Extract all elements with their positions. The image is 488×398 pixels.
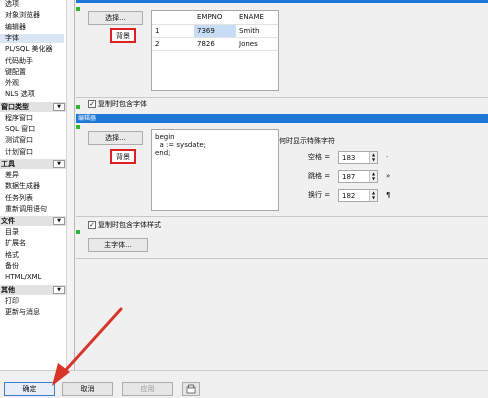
newline-label: 换行 = [308, 191, 331, 199]
code-line: begin [155, 133, 175, 141]
tab-char-glyph: » [386, 172, 391, 180]
collapse-arrow-icon[interactable]: ▼ [53, 217, 65, 226]
grid-header-cell: ENAME [236, 11, 278, 25]
section-marker [76, 7, 80, 11]
sidebar-item[interactable]: 程序窗口 [5, 114, 33, 123]
sidebar-item[interactable]: 差异 [5, 171, 19, 180]
stepper-arrows-icon[interactable]: ▲ ▼ [369, 152, 377, 163]
collapse-arrow-icon[interactable]: ▼ [53, 285, 65, 294]
help-icon-glyph [186, 384, 196, 394]
editor-copy-style-checkbox[interactable]: ✓ [88, 221, 96, 229]
sidebar-item[interactable]: HTML/XML [5, 273, 42, 282]
space-char-glyph: · [386, 153, 389, 161]
tab-label: 跳格 = [308, 172, 331, 180]
sidebar-item[interactable]: 测试窗口 [5, 136, 33, 145]
grid-header-cell: EMPNO [194, 11, 236, 25]
tab-char-value: 187 [342, 173, 356, 181]
grid-cell: 2 [152, 37, 194, 51]
sidebar-item[interactable]: 对象浏览器 [5, 11, 40, 20]
sidebar-item[interactable]: NLS 选项 [5, 90, 35, 99]
section-header-top [76, 0, 488, 3]
options-tree-sidebar: 选项对象浏览器编辑器 字体 PL/SQL 美化器 代码助手键配置外观 NLS 选项窗口类… [0, 0, 75, 370]
editor-background-button[interactable]: 背景 [110, 149, 136, 164]
sidebar-item[interactable]: 代码助手 [5, 57, 33, 66]
stepper-arrows-icon[interactable]: ▲ ▼ [369, 190, 377, 201]
editor-section-title: 编辑器 [78, 115, 97, 122]
sidebar-item[interactable]: 格式 [5, 251, 19, 260]
sidebar-group-label: 文件 [1, 217, 15, 226]
sidebar-item[interactable]: 键配置 [5, 68, 26, 77]
ok-button[interactable]: 确定 [4, 382, 55, 396]
table-row: 1 7369 Smith [152, 24, 278, 38]
newline-char-stepper[interactable]: 182 ▲ ▼ [338, 189, 378, 202]
sidebar-group-label: 其他 [1, 285, 15, 294]
sidebar-item[interactable]: 更新与消息 [5, 308, 40, 317]
dialog-footer: 确定 取消 应用 [0, 370, 488, 397]
table-row: 2 7826 Jones [152, 37, 278, 51]
font-settings-panel: 选择... 背景 EMPNO ENAME 1 7369 Smith 2 7826… [76, 0, 488, 370]
grid-background-button[interactable]: 背景 [110, 28, 136, 43]
space-label: 空格 = [308, 153, 331, 161]
sidebar-item[interactable]: 重新调用语句 [5, 205, 47, 214]
divider [76, 97, 488, 98]
grid-copy-font-label: 复制时包含字体 [98, 100, 147, 108]
sidebar-item[interactable]: 计划窗口 [5, 148, 33, 157]
sidebar-scrollbar[interactable] [66, 0, 74, 370]
sidebar-item[interactable]: PL/SQL 美化器 [5, 45, 53, 54]
grid-cell: 1 [152, 24, 194, 38]
sidebar-item[interactable]: 打印 [5, 297, 19, 306]
editor-font-preview: begin a := sysdate; end; [151, 129, 279, 211]
sidebar-item[interactable]: 选项 [5, 0, 19, 9]
editor-copy-style-label: 复制时包含字体样式 [98, 221, 161, 229]
grid-font-preview: EMPNO ENAME 1 7369 Smith 2 7826 Jones [151, 10, 279, 91]
grid-cell: Jones [236, 37, 278, 51]
special-chars-title: 何时显示特殊字符 [279, 137, 335, 145]
stepper-arrows-icon[interactable]: ▲ ▼ [369, 171, 377, 182]
main-font-button[interactable]: 主字体... [88, 238, 148, 252]
sidebar-group-header[interactable]: 文件 ▼ [0, 216, 66, 227]
grid-header-row: EMPNO ENAME [152, 11, 278, 25]
code-line: end; [155, 149, 171, 157]
grid-cell-selected: 7369 [194, 24, 236, 38]
section-marker [76, 105, 80, 109]
sidebar-item[interactable]: SQL 窗口 [5, 125, 35, 134]
editor-font-select-button[interactable]: 选择... [88, 131, 143, 145]
sidebar-item[interactable]: 编辑器 [5, 23, 26, 32]
grid-copy-font-checkbox[interactable]: ✓ [88, 100, 96, 108]
sidebar-group-label: 工具 [1, 159, 15, 168]
editor-section-header: 编辑器 [76, 114, 488, 123]
grid-header-cell [152, 11, 194, 25]
collapse-arrow-icon[interactable]: ▼ [53, 102, 65, 111]
preview-grid: EMPNO ENAME 1 7369 Smith 2 7826 Jones [152, 11, 278, 51]
cancel-button[interactable]: 取消 [62, 382, 113, 396]
apply-button[interactable]: 应用 [122, 382, 173, 396]
sidebar-item[interactable]: 扩展名 [5, 239, 26, 248]
divider [76, 216, 488, 217]
sidebar-item[interactable]: 目录 [5, 228, 19, 237]
sidebar-item[interactable]: 任务列表 [5, 194, 33, 203]
sidebar-group-header[interactable]: 窗口类型 ▼ [0, 101, 66, 112]
space-char-value: 183 [342, 154, 356, 162]
divider [76, 258, 488, 259]
code-line: a := sysdate; [155, 141, 206, 149]
sidebar-group-label: 窗口类型 [1, 102, 29, 111]
section-marker [76, 230, 80, 234]
newline-char-glyph: ¶ [386, 191, 391, 199]
grid-cell: 7826 [194, 37, 236, 51]
newline-char-value: 182 [342, 192, 356, 200]
sidebar-item[interactable]: 备份 [5, 262, 19, 271]
sidebar-item[interactable]: 外观 [5, 79, 19, 88]
sidebar-item[interactable]: 数据生成器 [5, 182, 40, 191]
grid-cell: Smith [236, 24, 278, 38]
collapse-arrow-icon[interactable]: ▼ [53, 159, 65, 168]
tab-char-stepper[interactable]: 187 ▲ ▼ [338, 170, 378, 183]
sidebar-group-header[interactable]: 工具 ▼ [0, 158, 66, 169]
grid-font-select-button[interactable]: 选择... [88, 11, 143, 25]
sidebar-group-header[interactable]: 其他 ▼ [0, 284, 66, 295]
help-icon[interactable] [182, 382, 200, 396]
space-char-stepper[interactable]: 183 ▲ ▼ [338, 151, 378, 164]
section-marker [76, 125, 80, 129]
sidebar-item[interactable]: 字体 [0, 33, 64, 43]
